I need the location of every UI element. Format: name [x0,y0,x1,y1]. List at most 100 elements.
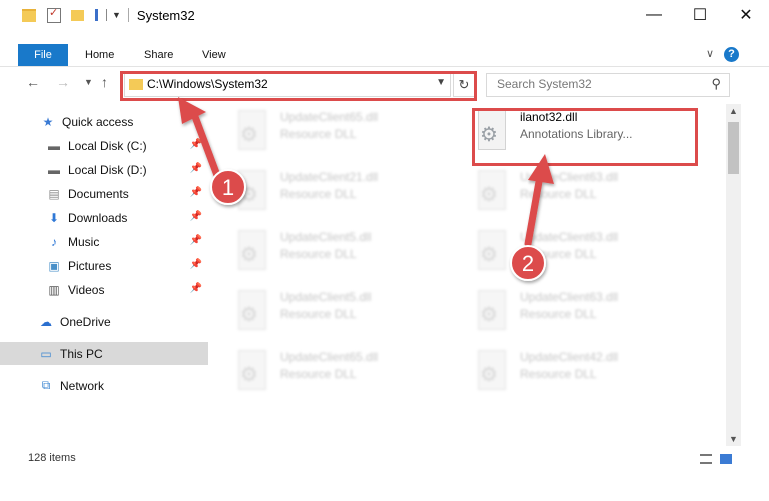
sidebar-item-onedrive[interactable]: ☁ OneDrive [0,310,208,333]
view-options-icon[interactable] [95,9,107,21]
search-icon[interactable]: ⚲ [711,76,721,92]
file-item[interactable]: ⚙ UpdateClient65.dll Resource DLL [234,110,454,160]
search-box[interactable]: Search System32 ⚲ [486,73,730,97]
file-name: UpdateClient65.dll [280,350,379,364]
file-item[interactable]: ⚙ UpdateClient5.dll Resource DLL [234,230,454,280]
back-arrow-icon[interactable]: ← [26,74,40,90]
scroll-down-icon[interactable]: ▼ [729,434,738,444]
videos-icon: ▥ [48,282,60,297]
new-folder-icon[interactable] [71,9,84,21]
background-strip [0,474,769,501]
download-icon: ⬇ [48,210,60,225]
file-name: UpdateClient5.dll [280,230,372,244]
sidebar-item-label: Pictures [68,258,112,273]
dll-file-icon: ⚙ [234,110,270,152]
sidebar-item-label: Network [60,378,105,393]
expand-ribbon-icon[interactable]: ∨ [706,47,714,60]
file-item[interactable]: ⚙ UpdateClient65.dll Resource DLL [234,350,454,400]
tab-view[interactable]: View [202,44,226,66]
sidebar-item-downloads[interactable]: ⬇ Downloads 📌 [0,206,208,229]
tiles-view-icon[interactable] [720,454,732,464]
item-count: 128 items [28,452,76,464]
file-item[interactable]: ⚙ UpdateClient63.dll Resource DLL [474,170,694,220]
sidebar-item-label: Local Disk (D:) [68,162,147,177]
pin-icon[interactable]: 📌 [190,235,202,246]
forward-arrow-icon[interactable]: → [56,74,70,90]
window-title: System32 [136,7,195,23]
sidebar-item-label: Downloads [68,210,128,225]
tab-share[interactable]: Share [144,44,173,66]
file-type: Resource DLL [520,307,597,321]
star-icon: ★ [42,114,54,129]
sidebar-item-quick-access[interactable]: ★ Quick access [0,110,208,133]
sidebar-item-videos[interactable]: ▥ Videos 📌 [0,278,208,301]
documents-icon: ▤ [48,186,60,201]
file-type: Resource DLL [520,247,597,261]
pin-icon[interactable]: 📌 [190,163,202,174]
vertical-scrollbar[interactable]: ▲ ▼ [726,104,741,446]
chevron-down-icon[interactable]: ▼ [112,10,121,20]
sidebar-item-label: Documents [68,186,129,201]
dll-file-icon: ⚙ [474,350,510,392]
music-icon: ♪ [51,234,57,249]
dll-file-icon: ⚙ [474,290,510,332]
file-item[interactable]: ⚙ UpdateClient63.dll Resource DLL [474,290,694,340]
file-name: UpdateClient63.dll [520,290,619,304]
file-item[interactable]: ⚙ UpdateClient42.dll Resource DLL [474,350,694,400]
sidebar-item-documents[interactable]: ▤ Documents 📌 [0,182,208,205]
file-type: Resource DLL [280,367,357,381]
pictures-icon: ▣ [48,258,60,273]
pin-icon[interactable]: 📌 [190,283,202,294]
folder-icon[interactable] [22,8,36,22]
sidebar-item-this-pc[interactable]: ▭ This PC [0,342,208,365]
sidebar-item-pictures[interactable]: ▣ Pictures 📌 [0,254,208,277]
navigation-pane: ★ Quick access ▬ Local Disk (C:) 📌 ▬ Loc… [0,104,210,444]
sidebar-item-music[interactable]: ♪ Music 📌 [0,230,208,253]
pin-icon[interactable]: 📌 [190,259,202,270]
dll-file-icon: ⚙ [234,170,270,212]
file-item[interactable]: ⚙ UpdateClient5.dll Resource DLL [234,290,454,340]
title-divider [127,8,129,22]
up-arrow-icon[interactable]: ↑ [101,74,108,90]
scroll-up-icon[interactable]: ▲ [729,106,738,116]
tab-home[interactable]: Home [85,44,114,66]
recent-locations-icon[interactable]: ▼ [84,77,93,87]
search-input[interactable]: Search System32 [497,77,592,91]
dll-file-icon: ⚙ [234,230,270,272]
properties-icon[interactable] [47,6,61,23]
sidebar-item-local-disk-d[interactable]: ▬ Local Disk (D:) 📌 [0,158,208,181]
sidebar-item-label: Videos [68,282,105,297]
file-type: Resource DLL [280,307,357,321]
pin-icon[interactable]: 📌 [190,187,202,198]
sidebar-item-network[interactable]: ⧉ Network [0,374,208,397]
sidebar-item-local-disk-c[interactable]: ▬ Local Disk (C:) 📌 [0,134,208,157]
file-name: UpdateClient42.dll [520,350,619,364]
sidebar-item-label: This PC [60,346,103,361]
close-button[interactable]: ✕ [723,0,769,30]
file-item[interactable]: ⚙ UpdateClient63.dll Resource DLL [474,230,694,280]
file-type: Resource DLL [520,367,597,381]
file-name: UpdateClient5.dll [280,290,372,304]
scroll-thumb[interactable] [728,122,739,174]
file-name: UpdateClient65.dll [280,110,379,124]
minimize-button[interactable]: — [631,0,677,30]
sidebar-item-label: Music [68,234,100,249]
file-name: UpdateClient63.dll [520,170,619,184]
dll-file-icon: ⚙ [474,230,510,272]
tab-file[interactable]: File [18,44,68,66]
pin-icon[interactable]: 📌 [190,211,202,222]
ribbon-tabs: File Home Share View ∨ ? [0,44,769,67]
file-item[interactable]: ⚙ UpdateClient21.dll Resource DLL [234,170,454,220]
status-bar: 128 items [0,448,769,470]
title-bar: ▼ System32 — ☐ ✕ [0,0,769,30]
sidebar-item-label: OneDrive [60,314,111,329]
dll-file-icon: ⚙ [234,350,270,392]
details-view-icon[interactable] [700,454,712,464]
help-icon[interactable]: ? [724,47,739,62]
window-controls: — ☐ ✕ [631,0,769,30]
explorer-window: ▼ System32 — ☐ ✕ File Home Share View ∨ … [0,0,769,501]
dll-file-icon: ⚙ [474,170,510,212]
file-name: UpdateClient21.dll [280,170,379,184]
maximize-button[interactable]: ☐ [677,0,723,30]
pin-icon[interactable]: 📌 [190,139,202,150]
